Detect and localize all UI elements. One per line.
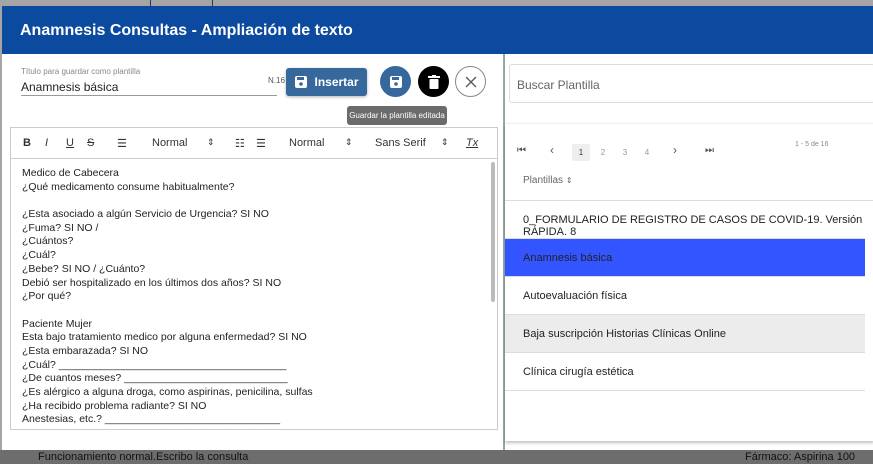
italic-button[interactable]: I (45, 137, 48, 149)
save-icon (295, 76, 308, 88)
table-row[interactable]: 0_FORMULARIO DE REGISTRO DE CASOS DE COV… (505, 201, 865, 239)
sort-icon: ⇕ (565, 176, 573, 185)
editor-line: ¿Cuántos? (22, 235, 74, 248)
bold-button[interactable]: B (23, 137, 31, 149)
scrollbar[interactable] (491, 162, 495, 302)
editor-line: ¿Cuál? _________________________________… (22, 358, 287, 371)
editor-line: ¿Cuál? (22, 249, 56, 262)
editor-line: ¿Por qué? (22, 290, 72, 303)
chevron-updown-icon: ⇕ (345, 137, 353, 147)
last-page-icon[interactable]: ⏭ (705, 145, 714, 156)
column-header-plantillas[interactable]: Plantillas ⇕ (523, 175, 573, 186)
page-range: 1 - 5 de 16 (795, 141, 829, 148)
close-icon (465, 76, 476, 87)
close-button[interactable] (455, 66, 486, 97)
clear-format-button[interactable]: Tx (466, 137, 478, 149)
background-text: Funcionamiento normal.Escribo la consult… (38, 451, 249, 463)
editor-line: Debió ser hospitalizado en los últimos d… (22, 276, 282, 289)
bullet-list-icon[interactable]: ☰ (256, 137, 266, 150)
editor-line: ¿Esta embarazada? SI NO (22, 344, 149, 357)
table-row[interactable]: Anamnesis básica (505, 239, 865, 277)
editor-line: ¿Esta asociado a algún Servicio de Urgen… (22, 208, 269, 221)
table-row[interactable]: Autoevaluación física (505, 277, 865, 315)
save-icon (389, 75, 402, 88)
page-4-button[interactable]: 4 (638, 144, 656, 161)
editor-line: Medico de Cabecera (22, 167, 119, 179)
tooltip: Guardar la plantilla editada (347, 106, 447, 125)
rich-text-editor[interactable]: B I U S ☰ Normal ⇕ ☷ ☰ Normal ⇕ Sans Ser… (10, 127, 498, 430)
next-page-icon[interactable]: › (673, 143, 677, 157)
trash-icon (427, 74, 440, 89)
editor-line: Anestesias, etc.? ______________________… (22, 413, 281, 426)
editor-panel: Título para guardar como plantilla Anamn… (2, 54, 503, 450)
delete-template-button[interactable] (418, 66, 449, 97)
table-row[interactable]: Clínica cirugía estética (505, 353, 865, 391)
column-header-label: Plantillas (523, 175, 564, 186)
insert-button[interactable]: Insertar (286, 68, 367, 96)
background-text: Fármaco: Aspirina 100 Poso (745, 451, 856, 463)
background-page: Funcionamiento normal.Escribo la consult… (0, 450, 873, 464)
char-counter: N.16 (268, 76, 285, 85)
strike-button[interactable]: S (87, 137, 94, 149)
templates-table: ⏮ ‹ 1234 › ⏭ 1 - 5 de 16 Plantillas ⇕ 0_… (505, 123, 873, 441)
editor-toolbar: B I U S ☰ Normal ⇕ ☷ ☰ Normal ⇕ Sans Ser… (11, 128, 497, 159)
header-select[interactable]: Normal (289, 137, 324, 149)
editor-line: ¿Fuma? SI NO / (22, 221, 99, 234)
chevron-updown-icon: ⇕ (207, 137, 215, 147)
editor-line: ¿De cuantos meses? _____________________… (22, 372, 288, 385)
template-title-input[interactable]: Anamnesis básica (21, 78, 277, 96)
insert-label: Insertar (314, 75, 359, 89)
save-template-button[interactable] (380, 66, 411, 97)
editor-line: Paciente Mujer (22, 317, 93, 330)
editor-line: ¿Qué medicamento consume habitualmente? (22, 180, 235, 193)
page-3-button[interactable]: 3 (616, 144, 634, 161)
align-icon[interactable]: ☰ (117, 137, 127, 150)
chevron-updown-icon: ⇕ (441, 137, 449, 147)
title-label: Título para guardar como plantilla (21, 67, 141, 76)
editor-line: Esta bajo tratamiento medico por alguna … (22, 331, 307, 344)
underline-button[interactable]: U (66, 137, 74, 149)
first-page-icon[interactable]: ⏮ (517, 145, 526, 156)
font-select[interactable]: Sans Serif (375, 137, 426, 149)
page-2-button[interactable]: 2 (594, 144, 612, 161)
ordered-list-icon[interactable]: ☷ (235, 137, 245, 150)
size-select[interactable]: Normal (152, 137, 187, 149)
editor-line: ¿Bebe? SI NO / ¿Cuánto? (22, 262, 146, 275)
search-input[interactable]: Buscar Plantilla (509, 64, 873, 103)
table-row[interactable]: Baja suscripción Historias Clínicas Onli… (505, 315, 865, 353)
page-1-button[interactable]: 1 (572, 144, 590, 161)
editor-line: ¿Ha recibido problema radiante? SI NO (22, 399, 207, 412)
prev-page-icon[interactable]: ‹ (550, 143, 554, 157)
editor-line: ¿Es alérgico a alguna droga, como aspiri… (22, 386, 313, 398)
templates-panel: Buscar Plantilla ⏮ ‹ 1234 › ⏭ 1 - 5 de 1… (504, 54, 873, 450)
editor-content[interactable]: Medico de Cabecera ¿Qué medicamento consu… (11, 159, 497, 429)
dialog-title: Anamnesis Consultas - Ampliación de text… (2, 6, 873, 54)
